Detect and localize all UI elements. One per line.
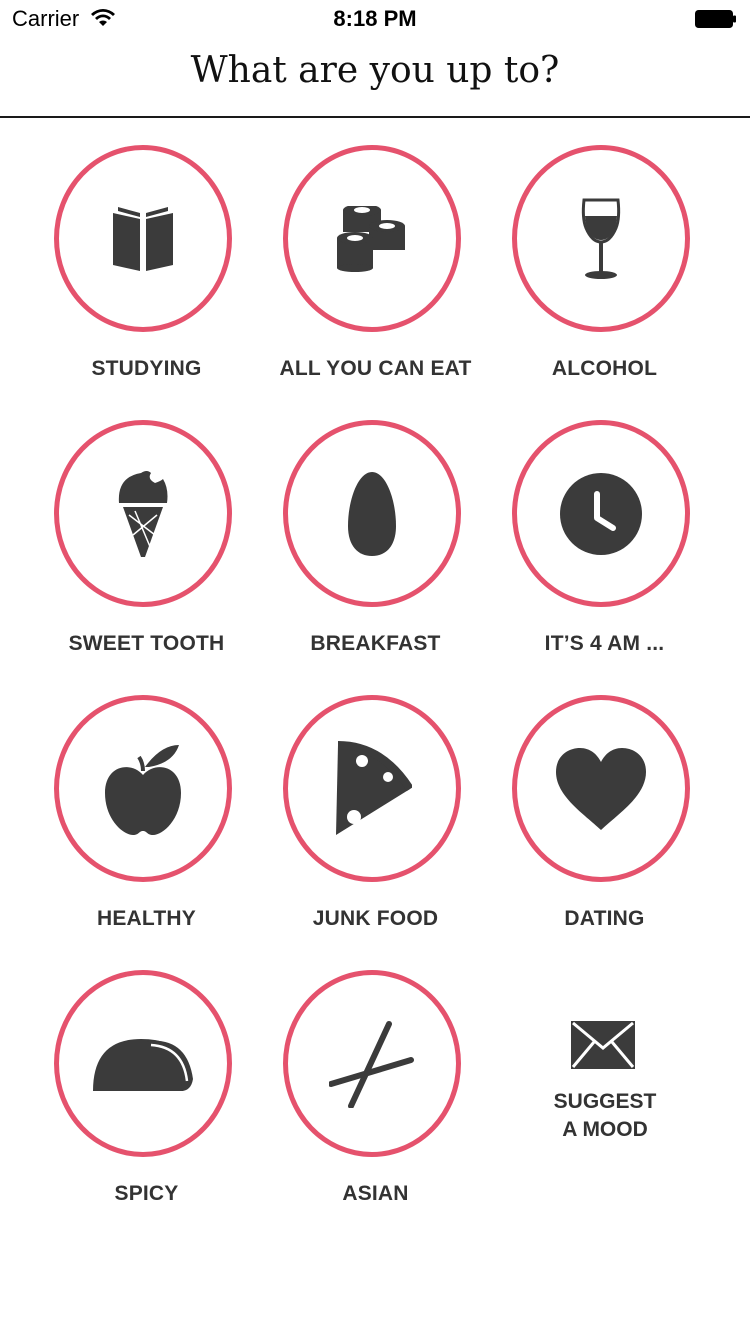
mood-alcohol[interactable]: ALCOHOL xyxy=(490,145,719,415)
sushi-icon xyxy=(337,205,405,272)
mood-label: JUNK FOOD xyxy=(312,907,439,930)
mood-ring xyxy=(283,420,461,607)
book-icon xyxy=(113,206,173,271)
mood-label: SWEET TOOTH xyxy=(68,632,225,655)
mood-asian[interactable]: ASIAN xyxy=(261,970,490,1240)
pizza-icon xyxy=(336,740,412,835)
mood-breakfast[interactable]: BREAKFAST xyxy=(261,420,490,690)
mood-studying[interactable]: STUDYING xyxy=(32,145,261,415)
mood-all-you-can-eat[interactable]: ALL YOU CAN EAT xyxy=(261,145,490,415)
mood-junk-food[interactable]: JUNK FOOD xyxy=(261,695,490,965)
mood-ring xyxy=(54,420,232,607)
mood-ring xyxy=(512,145,690,332)
mood-ring xyxy=(283,970,461,1157)
mood-ring xyxy=(283,695,461,882)
mood-label: STUDYING xyxy=(91,357,202,380)
mood-ring xyxy=(512,695,690,882)
mood-label: ASIAN xyxy=(342,1182,409,1205)
mood-label: HEALTHY xyxy=(96,907,196,930)
mood-ring xyxy=(283,145,461,332)
battery-icon xyxy=(695,10,736,28)
mood-label: SPICY xyxy=(114,1182,179,1205)
clock-icon xyxy=(560,472,642,555)
mood-ring xyxy=(54,145,232,332)
ice-cream-icon xyxy=(118,470,168,557)
suggest-line-1: SUGGEST xyxy=(553,1090,657,1113)
suggest-mood-button[interactable]: SUGGEST A MOOD xyxy=(520,1020,690,1150)
envelope-icon xyxy=(571,1021,635,1069)
mood-dating[interactable]: DATING xyxy=(490,695,719,965)
page-title: What are you up to? xyxy=(190,50,560,91)
status-bar: Carrier 8:18 PM xyxy=(0,0,750,40)
chopsticks-icon xyxy=(329,1020,414,1108)
mood-ring xyxy=(512,420,690,607)
suggest-mood-label: SUGGEST A MOOD xyxy=(520,1088,690,1144)
mood-label: DATING xyxy=(564,907,645,930)
heart-icon xyxy=(556,747,646,830)
mood-spicy[interactable]: SPICY xyxy=(32,970,261,1240)
mood-its-4-am[interactable]: IT’S 4 AM ... xyxy=(490,420,719,690)
mood-ring xyxy=(54,970,232,1157)
mood-healthy[interactable]: HEALTHY xyxy=(32,695,261,965)
apple-icon xyxy=(105,744,181,835)
mood-label: IT’S 4 AM ... xyxy=(544,632,665,655)
suggest-line-2: A MOOD xyxy=(562,1118,648,1141)
taco-icon xyxy=(93,1038,193,1091)
mood-label: ALCOHOL xyxy=(551,357,658,380)
egg-icon xyxy=(348,471,396,556)
mood-ring xyxy=(54,695,232,882)
status-time: 8:18 PM xyxy=(333,6,417,31)
mood-label: BREAKFAST xyxy=(310,632,441,655)
header-divider xyxy=(0,116,750,118)
wine-glass-icon xyxy=(581,198,621,279)
mood-label: ALL YOU CAN EAT xyxy=(279,357,472,380)
mood-sweet-tooth[interactable]: SWEET TOOTH xyxy=(32,420,261,690)
